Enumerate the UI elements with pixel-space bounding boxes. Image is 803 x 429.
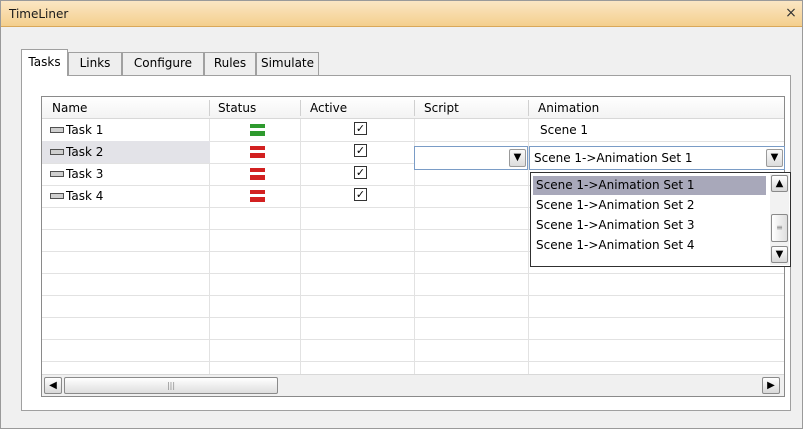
scroll-down-icon[interactable]: ▼ (771, 246, 788, 263)
animation-dropdown[interactable]: Scene 1->Animation Set 1 ▼ (529, 146, 785, 170)
status-icon (250, 168, 265, 181)
task-name-cell[interactable]: Task 3 (42, 163, 210, 185)
script-dropdown[interactable]: ▼ (414, 146, 528, 170)
tab-rules[interactable]: Rules (204, 52, 256, 75)
column-header-name[interactable]: Name (46, 97, 206, 119)
animation-option[interactable]: Scene 1->Animation Set 4 (533, 236, 766, 255)
grid-header: Name Status Active Script Animation (42, 97, 784, 119)
title-bar: TimeLiner × (1, 1, 802, 27)
column-header-animation[interactable]: Animation (532, 97, 772, 119)
animation-option[interactable]: Scene 1->Animation Set 3 (533, 216, 766, 235)
column-header-status[interactable]: Status (212, 97, 297, 119)
active-checkbox[interactable]: ✓ (354, 122, 367, 135)
animation-option[interactable]: Scene 1->Animation Set 2 (533, 196, 766, 215)
task-row[interactable]: Task 1 ✓ Scene 1 (42, 119, 784, 141)
task-name-cell[interactable]: Task 1 (42, 119, 210, 141)
active-checkbox[interactable]: ✓ (354, 166, 367, 179)
horizontal-scroll-thumb[interactable]: ||| (64, 377, 278, 394)
chevron-down-icon[interactable]: ▼ (509, 149, 526, 167)
scroll-right-icon[interactable]: ▶ (762, 377, 780, 394)
scroll-up-icon[interactable]: ▲ (771, 175, 788, 192)
animation-value: Scene 1->Animation Set 1 (534, 151, 693, 165)
tab-links[interactable]: Links (68, 52, 122, 75)
task-name-cell[interactable]: Task 4 (42, 185, 210, 207)
task-name: Task 2 (66, 145, 104, 159)
task-name-cell[interactable]: Task 2 (42, 141, 210, 163)
chevron-down-icon[interactable]: ▼ (766, 149, 783, 167)
task-name: Task 1 (66, 123, 104, 137)
animation-cell[interactable]: Scene 1 (536, 119, 588, 141)
active-checkbox[interactable]: ✓ (354, 144, 367, 157)
status-icon (250, 124, 265, 137)
task-name: Task 4 (66, 189, 104, 203)
task-bar-icon (50, 126, 64, 133)
window-title: TimeLiner (9, 7, 69, 21)
animation-option[interactable]: Scene 1->Animation Set 1 (533, 176, 766, 195)
close-icon[interactable]: × (782, 4, 800, 22)
column-header-script[interactable]: Script (418, 97, 523, 119)
status-icon (250, 190, 265, 203)
task-bar-icon (50, 192, 64, 199)
tab-simulate[interactable]: Simulate (256, 52, 319, 75)
scroll-left-icon[interactable]: ◀ (44, 377, 62, 394)
animation-options-list: Scene 1->Animation Set 1 Scene 1->Animat… (530, 172, 791, 267)
column-header-active[interactable]: Active (304, 97, 409, 119)
task-bar-icon (50, 170, 64, 177)
timeliner-window: TimeLiner × Tasks Links Configure Rules … (0, 0, 803, 429)
task-bar-icon (50, 148, 64, 155)
active-checkbox[interactable]: ✓ (354, 188, 367, 201)
tab-tasks[interactable]: Tasks (21, 49, 68, 76)
horizontal-scrollbar[interactable]: ◀ ||| ▶ (42, 374, 784, 396)
status-icon (250, 146, 265, 159)
vertical-scroll-thumb[interactable]: ≡ (771, 214, 788, 242)
task-name: Task 3 (66, 167, 104, 181)
dropdown-scrollbar[interactable]: ▲ ≡ ▼ (770, 174, 789, 265)
tab-configure[interactable]: Configure (122, 52, 204, 75)
